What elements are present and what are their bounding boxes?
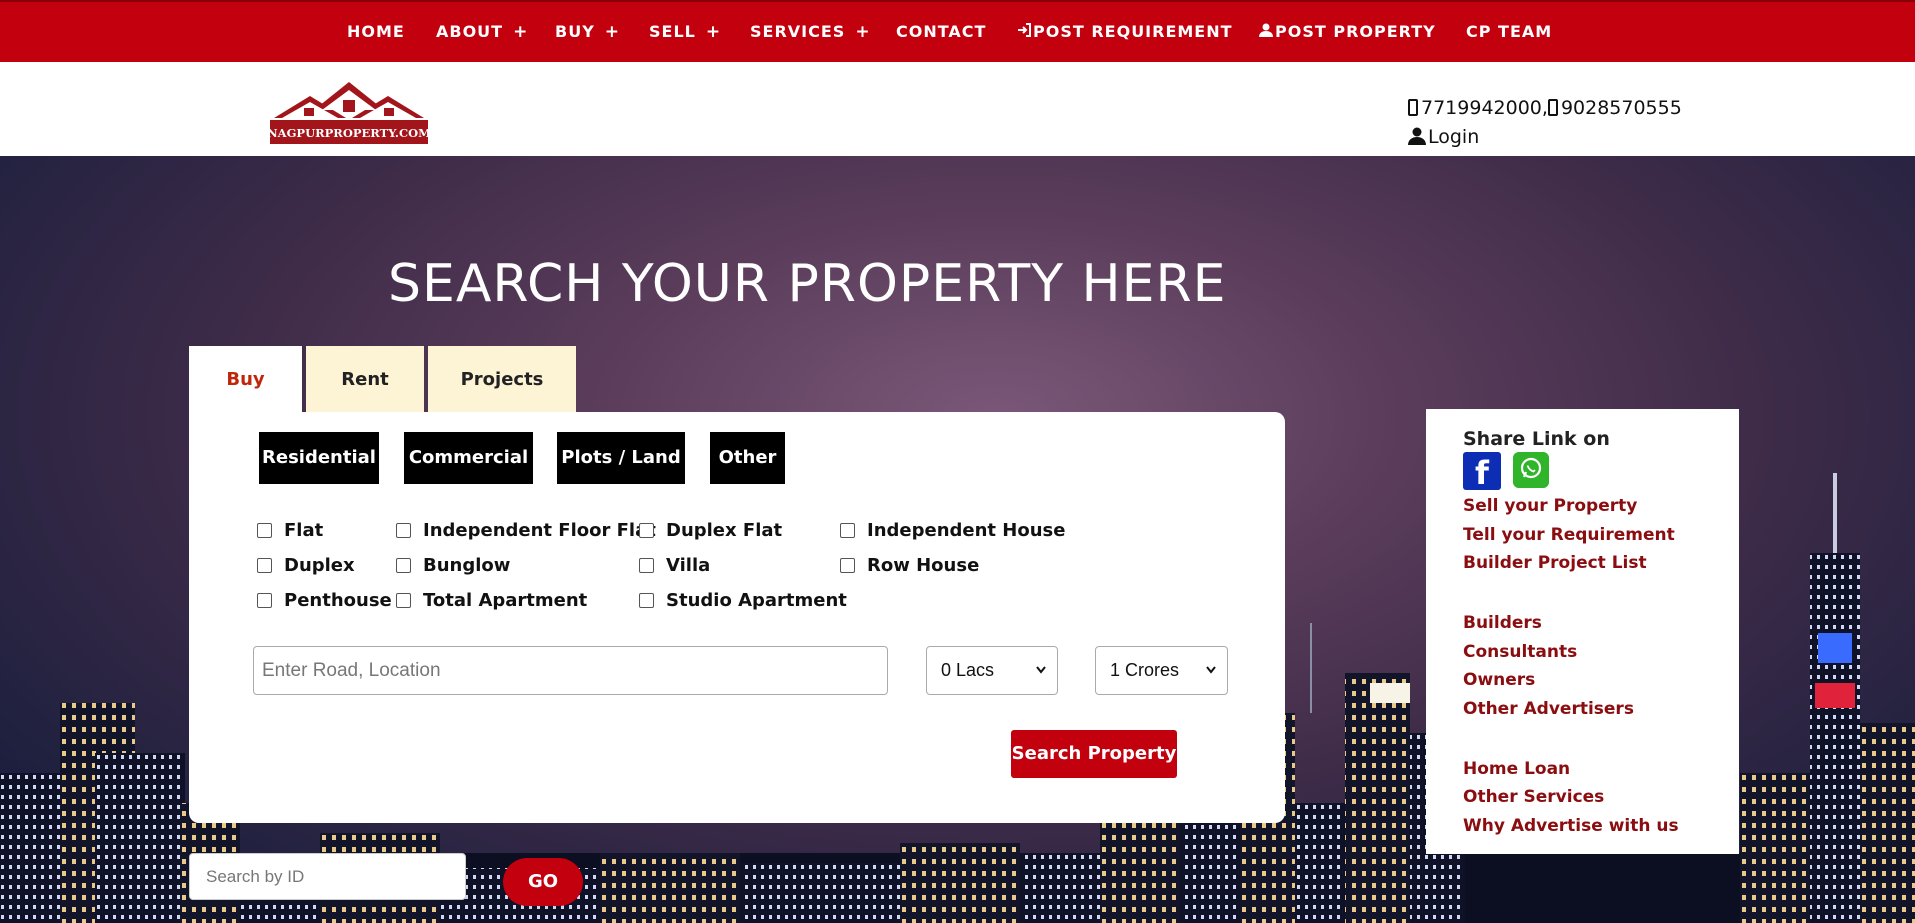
search-property-button[interactable]: Search Property [1011,730,1177,778]
nav-sell[interactable]: SELL + [649,22,721,42]
checkbox-label: Studio Apartment [666,590,847,611]
checkbox[interactable] [396,523,411,538]
link-builders[interactable]: Builders [1463,613,1542,633]
checkbox-duplex-flat[interactable]: Duplex Flat [639,520,782,542]
user-icon [1259,23,1273,37]
svg-text:NAGPURPROPERTY.COM: NAGPURPROPERTY.COM [268,126,430,140]
mobile-phone-icon [1408,99,1418,116]
min-price-value: 0 Lacs [941,660,995,680]
link-tell-your-requirement[interactable]: Tell your Requirement [1463,525,1675,545]
top-navigation-bar: HOME ABOUT + BUY + SELL + SERVICES + CONTACT… [0,0,1915,62]
nav-services[interactable]: SERVICES + [750,22,871,42]
checkbox[interactable] [840,558,855,573]
checkbox[interactable] [396,558,411,573]
checkbox-label: Duplex Flat [666,520,783,541]
checkbox-villa[interactable]: Villa [639,555,710,577]
search-by-id-input[interactable] [189,853,466,900]
chevron-down-icon [1036,666,1046,674]
tab-rent[interactable]: Rent [306,346,424,412]
category-residential-button[interactable]: Residential [259,432,379,484]
nav-post-property-label: POST PROPERTY [1275,22,1436,41]
checkbox-label: Penthouse [284,590,392,611]
nav-post-requirement[interactable]: POST REQUIREMENT [1017,22,1233,41]
category-commercial-button[interactable]: Commercial [404,432,533,484]
max-price-select[interactable]: 1 Crores [1095,646,1228,695]
category-plots-land-button[interactable]: Plots / Land [557,432,685,484]
plus-icon: + [855,22,871,42]
login-link[interactable]: Login [1408,125,1682,154]
link-consultants[interactable]: Consultants [1463,642,1577,662]
nav-cp-team[interactable]: CP TEAM [1466,22,1552,41]
hero-title: SEARCH YOUR PROPERTY HERE [388,254,1227,314]
phone-number-2[interactable]: 9028570555 [1561,97,1682,119]
nav-home[interactable]: HOME [347,22,405,41]
checkbox-label: Total Apartment [423,590,588,611]
nav-post-property[interactable]: POST PROPERTY [1259,22,1436,41]
checkbox[interactable] [639,523,654,538]
nav-sell-label: SELL [649,22,696,41]
link-builder-project-list[interactable]: Builder Project List [1463,553,1647,573]
site-logo[interactable]: NAGPURPROPERTY.COM [268,80,430,146]
checkbox-studio-apartment[interactable]: Studio Apartment [639,590,847,612]
go-button[interactable]: GO [503,858,583,906]
share-title: Share Link on [1463,428,1610,450]
checkbox-independent-floor-flat[interactable]: Independent Floor Flat [396,520,656,542]
checkbox[interactable] [257,523,272,538]
checkbox[interactable] [257,558,272,573]
link-home-loan[interactable]: Home Loan [1463,759,1570,779]
whatsapp-icon[interactable] [1513,452,1549,488]
chevron-down-icon [1206,666,1216,674]
nav-about[interactable]: ABOUT + [436,22,528,42]
checkbox-bunglow[interactable]: Bunglow [396,555,510,577]
plus-icon: + [705,22,722,42]
nav-post-requirement-label: POST REQUIREMENT [1033,22,1233,41]
category-other-button[interactable]: Other [710,432,785,484]
facebook-icon[interactable]: f [1463,452,1501,492]
checkbox[interactable] [639,593,654,608]
min-price-select[interactable]: 0 Lacs [926,646,1058,695]
mobile-phone-icon [1547,99,1558,116]
location-search-input[interactable] [253,646,888,695]
checkbox-label: Duplex [284,555,355,576]
tab-buy[interactable]: Buy [189,346,302,412]
phone-number-1[interactable]: 7719942000, [1421,97,1548,119]
checkbox[interactable] [639,558,654,573]
link-why-advertise[interactable]: Why Advertise with us [1463,816,1679,836]
checkbox-label: Flat [284,520,324,541]
max-price-value: 1 Crores [1110,660,1180,680]
nav-buy[interactable]: BUY + [555,22,620,42]
login-label: Login [1428,126,1480,148]
checkbox[interactable] [257,593,272,608]
checkbox-label: Independent Floor Flat [423,520,656,541]
checkbox-flat[interactable]: Flat [257,520,323,542]
checkbox-label: Villa [666,555,711,576]
tab-projects[interactable]: Projects [428,346,576,412]
checkbox[interactable] [840,523,855,538]
checkbox-label: Bunglow [423,555,511,576]
checkbox-penthouse[interactable]: Penthouse [257,590,392,612]
checkbox-row-house[interactable]: Row House [840,555,979,577]
sign-in-icon [1018,23,1031,37]
checkbox-duplex[interactable]: Duplex [257,555,355,577]
checkbox-total-apartment[interactable]: Total Apartment [396,590,587,612]
nav-about-label: ABOUT [436,22,504,41]
plus-icon: + [513,22,529,42]
link-owners[interactable]: Owners [1463,670,1535,690]
checkbox-independent-house[interactable]: Independent House [840,520,1065,542]
checkbox-label: Independent House [867,520,1066,541]
contact-info: 7719942000, 9028570555 Login [1408,96,1682,154]
nav-buy-label: BUY [555,22,595,41]
link-other-services[interactable]: Other Services [1463,787,1604,807]
checkbox-label: Row House [867,555,980,576]
link-other-advertisers[interactable]: Other Advertisers [1463,699,1634,719]
phone-row: 7719942000, 9028570555 [1408,96,1682,125]
nav-contact[interactable]: CONTACT [896,22,986,41]
nav-services-label: SERVICES [750,22,846,41]
plus-icon: + [604,22,621,42]
link-sell-your-property[interactable]: Sell your Property [1463,496,1637,516]
checkbox[interactable] [396,593,411,608]
user-icon [1408,127,1426,145]
